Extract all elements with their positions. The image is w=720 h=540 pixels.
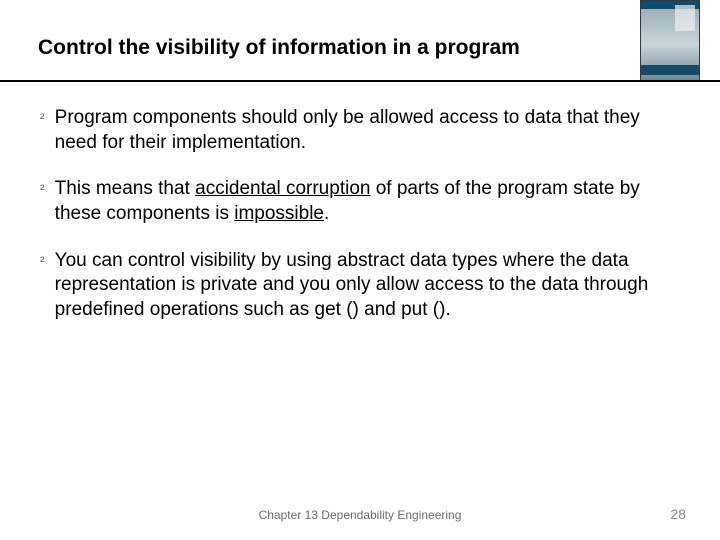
bullet-text: Program components should only be allowe… xyxy=(55,106,682,155)
underlined-text: impossible xyxy=(234,203,324,224)
text-segment: . xyxy=(324,203,329,224)
divider xyxy=(0,80,720,82)
underlined-text: accidental corruption xyxy=(195,178,370,199)
book-cover-image xyxy=(640,0,700,82)
bullet-marker: ² xyxy=(38,177,45,202)
bullet-text: You can control visibility by using abst… xyxy=(55,249,682,323)
bullet-item: ² Program components should only be allow… xyxy=(38,106,682,155)
header: Control the visibility of information in… xyxy=(38,30,682,80)
page-number: 28 xyxy=(670,506,686,522)
bullet-marker: ² xyxy=(38,106,45,131)
text-segment: This means that xyxy=(55,178,195,199)
text-segment: Program components should only be allowe… xyxy=(55,107,640,153)
slide: Control the visibility of information in… xyxy=(0,0,720,540)
bullet-item: ² You can control visibility by using abs… xyxy=(38,249,682,323)
footer-text: Chapter 13 Dependability Engineering xyxy=(0,508,720,522)
slide-body: ² Program components should only be allow… xyxy=(38,80,682,323)
slide-title: Control the visibility of information in… xyxy=(38,30,598,66)
bullet-marker: ² xyxy=(38,249,45,274)
bullet-text: This means that accidental corruption of… xyxy=(55,177,682,226)
text-segment: You can control visibility by using abst… xyxy=(55,250,649,320)
bullet-item: ² This means that accidental corruption o… xyxy=(38,177,682,226)
